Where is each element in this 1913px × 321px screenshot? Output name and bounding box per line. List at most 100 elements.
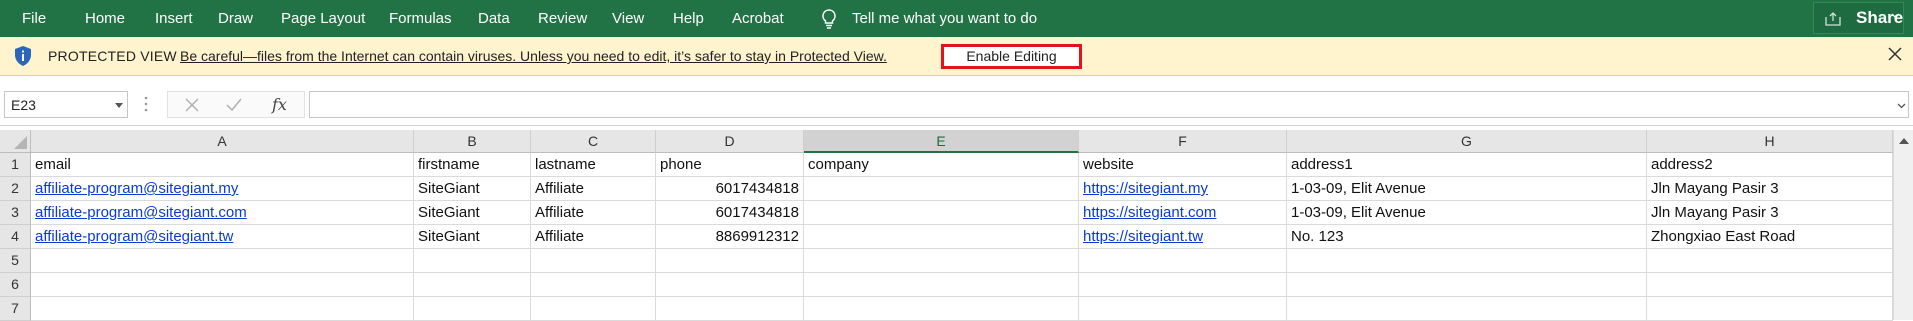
column-header-c[interactable]: C	[531, 130, 656, 153]
table-cell[interactable]: SiteGiant	[414, 225, 531, 249]
table-cell[interactable]	[1287, 249, 1647, 273]
row-header[interactable]: 3	[0, 201, 31, 225]
table-cell[interactable]: phone	[656, 153, 804, 177]
tab-data[interactable]: Data	[478, 0, 510, 37]
vertical-scrollbar[interactable]	[1893, 130, 1913, 320]
tab-page-layout[interactable]: Page Layout	[281, 0, 365, 37]
column-header-d[interactable]: D	[656, 130, 804, 153]
table-cell[interactable]	[531, 297, 656, 321]
column-header-h[interactable]: H	[1647, 130, 1893, 153]
table-cell[interactable]	[414, 249, 531, 273]
check-icon[interactable]	[226, 98, 242, 112]
column-header-a[interactable]: A	[31, 130, 414, 153]
table-cell[interactable]	[804, 273, 1079, 297]
chevron-down-icon[interactable]	[1897, 103, 1906, 109]
protected-view-message[interactable]: Be careful—files from the Internet can c…	[180, 48, 887, 64]
column-header-b[interactable]: B	[414, 130, 531, 153]
scroll-up-icon[interactable]	[1899, 138, 1909, 144]
table-cell[interactable]	[1079, 273, 1287, 297]
table-cell-link[interactable]: https://sitegiant.tw	[1079, 225, 1287, 249]
formula-input[interactable]	[309, 91, 1909, 118]
table-cell[interactable]: Zhongxiao East Road	[1647, 225, 1893, 249]
column-header-g[interactable]: G	[1287, 130, 1647, 153]
table-cell[interactable]: address2	[1647, 153, 1893, 177]
tab-review[interactable]: Review	[538, 0, 587, 37]
table-cell-link[interactable]: https://sitegiant.com	[1079, 201, 1287, 225]
table-cell[interactable]: 1-03-09, Elit Avenue	[1287, 177, 1647, 201]
tab-insert[interactable]: Insert	[155, 0, 193, 37]
table-cell[interactable]	[531, 273, 656, 297]
table-cell-link[interactable]: https://sitegiant.my	[1079, 177, 1287, 201]
table-cell[interactable]	[804, 177, 1079, 201]
select-all-button[interactable]	[0, 130, 31, 153]
table-cell[interactable]	[804, 225, 1079, 249]
table-cell[interactable]: Jln Mayang Pasir 3	[1647, 201, 1893, 225]
table-cell[interactable]	[1079, 297, 1287, 321]
tab-formulas[interactable]: Formulas	[389, 0, 452, 37]
name-box-value: E23	[11, 97, 36, 113]
row-header[interactable]: 5	[0, 249, 31, 273]
column-header-f[interactable]: F	[1079, 130, 1287, 153]
table-cell[interactable]	[804, 201, 1079, 225]
table-cell[interactable]: 8869912312	[656, 225, 804, 249]
table-cell[interactable]	[414, 273, 531, 297]
table-cell[interactable]	[1647, 273, 1893, 297]
table-cell[interactable]	[31, 297, 414, 321]
share-button[interactable]: Share	[1813, 2, 1904, 34]
row-header[interactable]: 7	[0, 297, 31, 321]
table-cell[interactable]: No. 123	[1287, 225, 1647, 249]
table-cell[interactable]: Affiliate	[531, 225, 656, 249]
table-cell[interactable]	[804, 249, 1079, 273]
chevron-down-icon	[1891, 13, 1900, 19]
table-cell[interactable]: Jln Mayang Pasir 3	[1647, 177, 1893, 201]
name-box[interactable]: E23	[4, 91, 128, 118]
table-cell[interactable]: SiteGiant	[414, 177, 531, 201]
table-cell[interactable]: firstname	[414, 153, 531, 177]
cancel-icon[interactable]	[185, 98, 199, 112]
table-cell[interactable]: address1	[1287, 153, 1647, 177]
tell-me-search[interactable]: Tell me what you want to do	[852, 0, 1037, 37]
table-cell[interactable]: SiteGiant	[414, 201, 531, 225]
chevron-down-icon[interactable]	[115, 103, 123, 108]
table-cell[interactable]	[531, 249, 656, 273]
table-cell[interactable]: company	[804, 153, 1079, 177]
table-cell[interactable]: 6017434818	[656, 201, 804, 225]
tab-file[interactable]: File	[22, 0, 46, 37]
table-cell-link[interactable]: affiliate-program@sitegiant.com	[31, 201, 414, 225]
table-cell[interactable]	[656, 273, 804, 297]
table-cell[interactable]	[1287, 297, 1647, 321]
table-cell[interactable]: 1-03-09, Elit Avenue	[1287, 201, 1647, 225]
table-cell[interactable]	[1647, 249, 1893, 273]
drag-handle-icon[interactable]	[144, 95, 148, 113]
tab-view[interactable]: View	[612, 0, 644, 37]
column-header-e[interactable]: E	[804, 130, 1079, 153]
enable-editing-button[interactable]: Enable Editing	[941, 44, 1082, 69]
row-header[interactable]: 4	[0, 225, 31, 249]
table-cell[interactable]	[1647, 297, 1893, 321]
tab-acrobat[interactable]: Acrobat	[732, 0, 784, 37]
row-header[interactable]: 2	[0, 177, 31, 201]
row-header[interactable]: 1	[0, 153, 31, 177]
close-icon[interactable]	[1888, 47, 1902, 61]
table-cell-link[interactable]: affiliate-program@sitegiant.my	[31, 177, 414, 201]
insert-function-button[interactable]: fx	[272, 95, 287, 114]
table-cell[interactable]: 6017434818	[656, 177, 804, 201]
table-cell[interactable]: Affiliate	[531, 177, 656, 201]
row-header[interactable]: 6	[0, 273, 31, 297]
table-cell[interactable]	[1287, 273, 1647, 297]
table-cell[interactable]: lastname	[531, 153, 656, 177]
table-cell[interactable]	[31, 249, 414, 273]
table-cell-link[interactable]: affiliate-program@sitegiant.tw	[31, 225, 414, 249]
tab-home[interactable]: Home	[85, 0, 125, 37]
table-cell[interactable]	[414, 297, 531, 321]
table-cell[interactable]: Affiliate	[531, 201, 656, 225]
table-cell[interactable]	[1079, 249, 1287, 273]
tab-help[interactable]: Help	[673, 0, 704, 37]
table-cell[interactable]	[31, 273, 414, 297]
tab-draw[interactable]: Draw	[218, 0, 253, 37]
table-cell[interactable]	[656, 297, 804, 321]
table-cell[interactable]: email	[31, 153, 414, 177]
table-cell[interactable]	[656, 249, 804, 273]
table-cell[interactable]	[804, 297, 1079, 321]
table-cell[interactable]: website	[1079, 153, 1287, 177]
